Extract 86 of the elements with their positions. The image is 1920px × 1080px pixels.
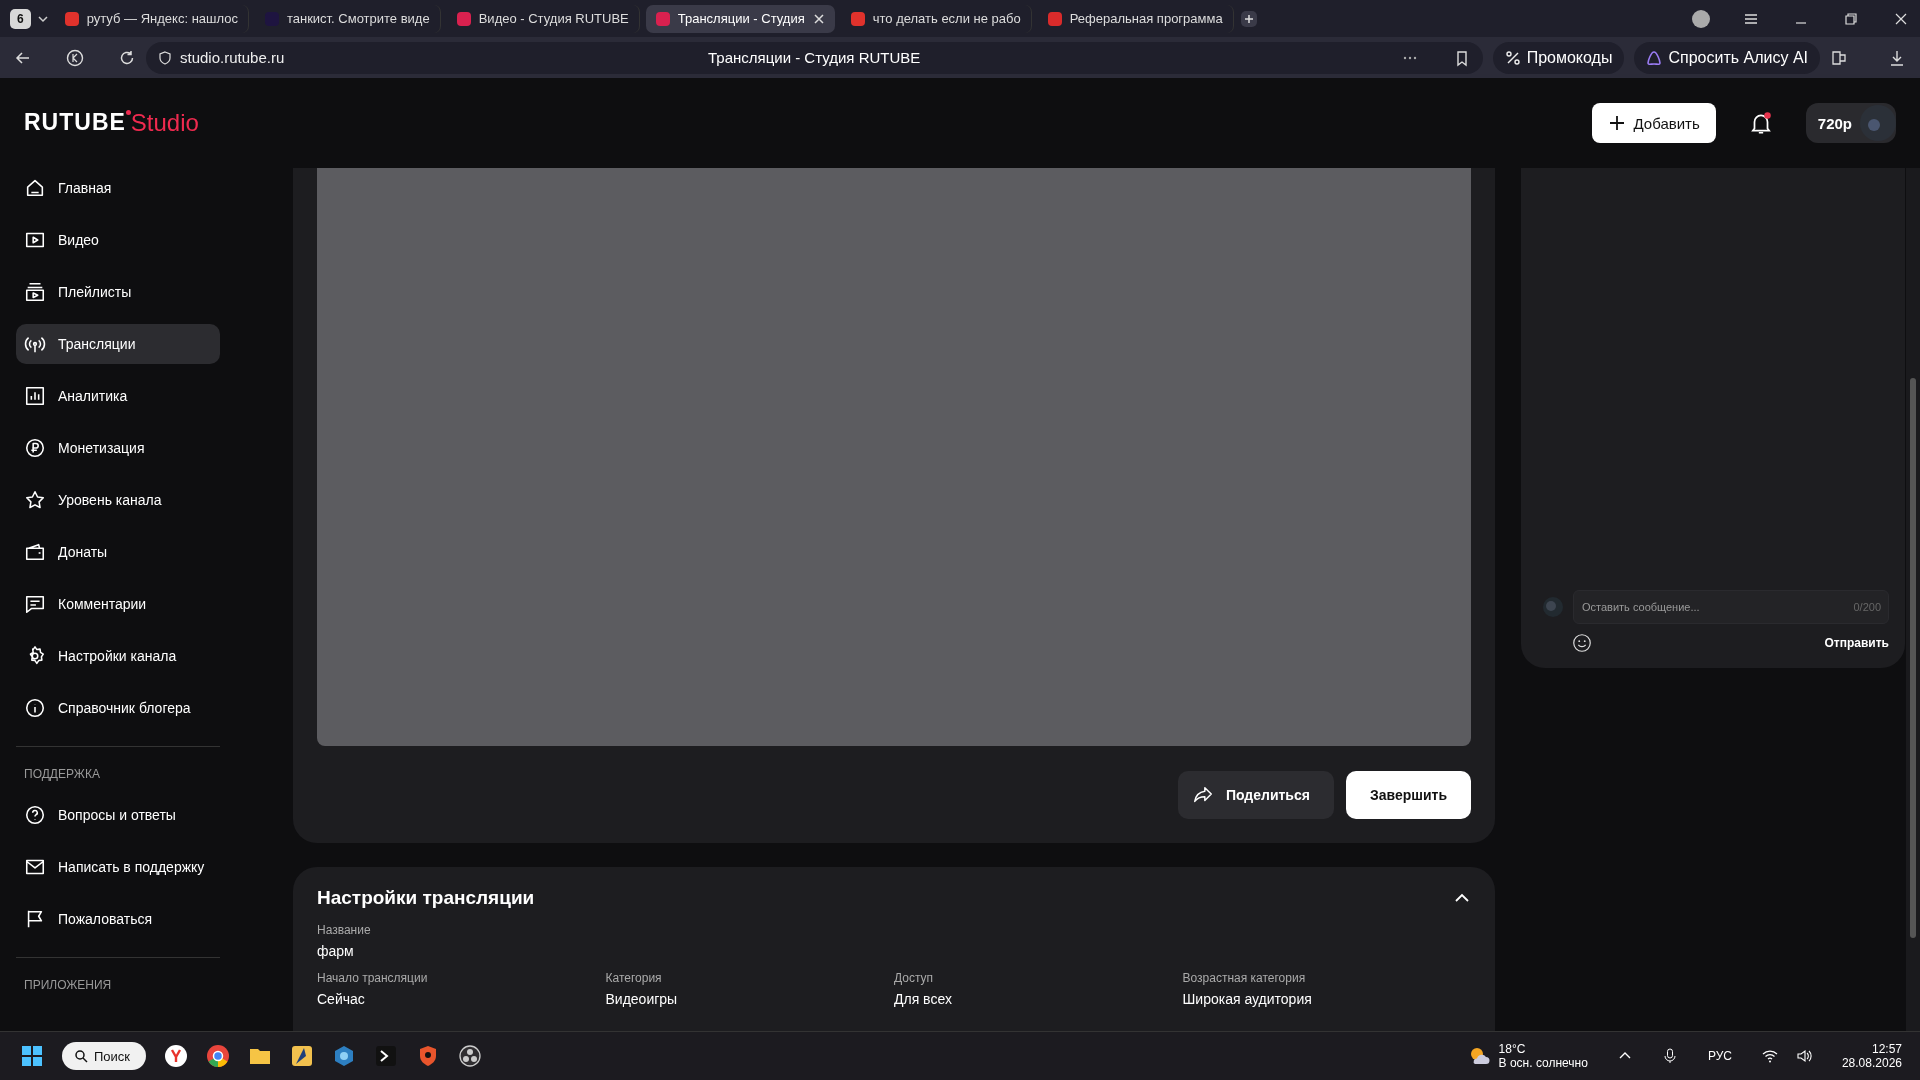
browser-tab[interactable]: танкист. Смотрите виде — [254, 4, 441, 33]
start-icon[interactable] — [20, 1044, 44, 1068]
avatar — [1543, 597, 1563, 617]
browser-logo-icon[interactable] — [66, 48, 84, 67]
settings-title: Настройки трансляции — [317, 887, 535, 909]
field-value: фарм — [317, 943, 354, 959]
url-text: studio.rutube.ru — [180, 49, 286, 66]
browser-tab[interactable]: рутуб — Яндекс: нашлос — [54, 4, 249, 33]
question-icon — [24, 804, 46, 826]
taskbar-search[interactable]: Поиск — [62, 1042, 147, 1070]
percent-icon — [1504, 49, 1521, 66]
quality-selector[interactable]: 720p — [1805, 103, 1896, 143]
plus-icon — [1607, 114, 1626, 132]
new-tab-icon[interactable] — [1239, 9, 1258, 28]
home-icon — [24, 177, 46, 199]
info-icon — [24, 697, 46, 719]
close-icon[interactable] — [812, 12, 825, 25]
extensions-icon[interactable] — [1830, 48, 1848, 67]
add-button[interactable]: Добавить — [1591, 103, 1716, 143]
browser-tab[interactable]: что делать если не рабо — [840, 4, 1032, 33]
search-icon — [74, 1049, 88, 1063]
share-button[interactable]: Поделиться — [1177, 771, 1334, 819]
scrollbar[interactable] — [1906, 168, 1920, 1031]
sidebar-item[interactable]: Видео — [16, 220, 220, 260]
clock-time[interactable]: 12:57 — [1871, 1042, 1902, 1056]
section-heading: ПОДДЕРЖКА — [23, 766, 101, 783]
rutube-studio-logo[interactable]: RUTUBE Studio — [24, 109, 199, 137]
sidebar-item[interactable]: Вопросы и ответы — [16, 795, 220, 835]
shield-icon — [158, 50, 172, 65]
sidebar-item[interactable]: Главная — [16, 168, 220, 208]
avatar[interactable] — [1860, 105, 1896, 141]
sidebar-item[interactable]: Трансляции — [16, 324, 220, 364]
page-title: Трансляции - Студия RUTUBE — [708, 49, 922, 66]
sidebar-item[interactable]: Написать в поддержку — [16, 847, 220, 887]
star-icon — [24, 489, 46, 511]
profile-icon[interactable] — [1692, 9, 1710, 28]
wallet-icon — [24, 541, 46, 563]
character-counter: 0/200 — [1853, 601, 1881, 613]
download-icon[interactable] — [1888, 48, 1906, 67]
reload-icon[interactable] — [118, 48, 136, 67]
promo-button[interactable]: Промокоды — [1492, 41, 1625, 74]
field-value: Видеоигры — [605, 991, 678, 1007]
ruble-icon — [24, 437, 46, 459]
sidebar-item[interactable]: Справочник блогера — [16, 688, 220, 728]
field-label: Возрастная категория — [1182, 971, 1306, 985]
playlist-icon — [24, 281, 46, 303]
obs-icon[interactable] — [458, 1044, 483, 1068]
field-label: Доступ — [894, 971, 934, 985]
browser-tab[interactable]: Трансляции - Студия — [645, 4, 835, 33]
speaker-icon[interactable] — [1795, 1048, 1812, 1064]
send-button[interactable]: Отправить — [1824, 636, 1889, 650]
terminal-icon[interactable] — [374, 1044, 399, 1068]
sidebar-item[interactable]: Плейлисты — [16, 272, 220, 312]
browser-tab[interactable]: Видео - Студия RUTUBE — [446, 4, 640, 33]
temperature: 18°C — [1498, 1042, 1527, 1056]
comment-icon — [24, 593, 46, 615]
clock-date[interactable]: 28.08.2026 — [1841, 1056, 1902, 1070]
field-value: Для всех — [894, 991, 952, 1007]
browser-tab[interactable]: Реферальная программа — [1037, 4, 1234, 33]
field-label: Начало трансляции — [317, 971, 428, 985]
field-label: Категория — [605, 971, 662, 985]
language-indicator[interactable]: РУС — [1707, 1049, 1732, 1063]
alice-button[interactable]: Спросить Алису AI — [1634, 41, 1820, 74]
wifi-icon[interactable] — [1761, 1048, 1778, 1064]
chrome-icon[interactable] — [206, 1044, 231, 1068]
finish-button[interactable]: Завершить — [1345, 771, 1471, 819]
weather-text: В осн. солнечно — [1498, 1056, 1588, 1070]
sidebar-item[interactable]: Настройки канала — [16, 636, 220, 676]
sidebar-item[interactable]: Аналитика — [16, 376, 220, 416]
address-field[interactable]: studio.rutube.ru Трансляции - Студия RUTUBE — [146, 41, 1483, 74]
yandex-browser-icon[interactable] — [164, 1044, 189, 1068]
tab-count[interactable]: 6 — [10, 8, 31, 29]
section-heading: ПРИЛОЖЕНИЯ — [23, 977, 113, 994]
sidebar-item[interactable]: Пожаловаться — [16, 899, 220, 939]
bar-chart-icon — [24, 385, 46, 407]
sidebar-item[interactable]: Монетизация — [16, 428, 220, 468]
field-label: Название — [317, 923, 371, 937]
field-value: Сейчас — [317, 991, 365, 1007]
app-icon[interactable] — [290, 1044, 315, 1068]
sidebar-item[interactable]: Комментарии — [16, 584, 220, 624]
field-value: Широкая аудитория — [1182, 991, 1312, 1007]
triangle-icon — [1646, 49, 1663, 66]
sidebar-item[interactable]: Уровень канала — [16, 480, 220, 520]
sidebar-item[interactable]: Донаты — [16, 532, 220, 572]
microphone-icon[interactable] — [1661, 1048, 1678, 1064]
emoji-icon[interactable] — [1571, 632, 1593, 654]
